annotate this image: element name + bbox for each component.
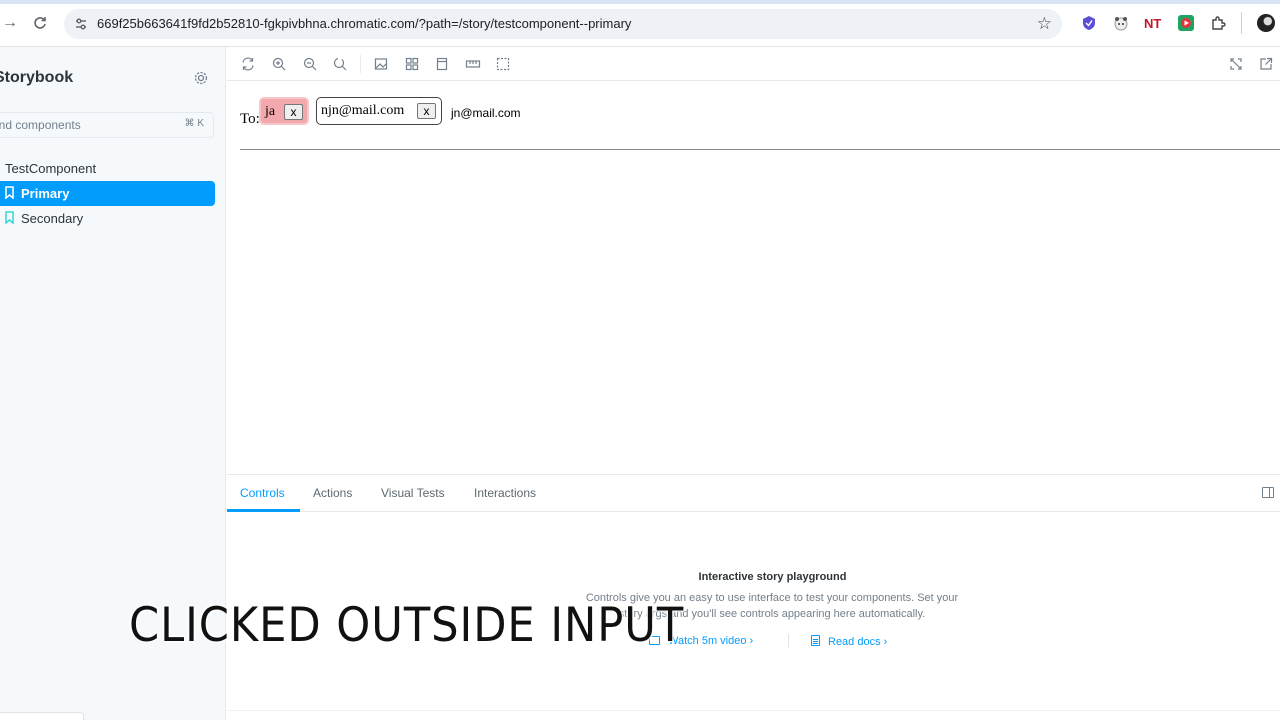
email-chip-invalid: ja x [259, 97, 309, 125]
story-label: Secondary [21, 211, 84, 226]
read-docs-link[interactable]: Read docs › [811, 635, 887, 648]
background-icon[interactable] [373, 56, 389, 72]
story-canvas: To: ja x njn@mail.com x jn@mail.com [227, 82, 1280, 474]
zoom-out-icon[interactable] [302, 56, 318, 72]
search-shortcut-badge: ⌘ K [184, 118, 204, 129]
story-item-primary[interactable]: Primary [0, 181, 215, 206]
bookmark-star-icon[interactable]: ☆ [1037, 14, 1052, 34]
toolbar-divider [1241, 12, 1242, 34]
viewport-icon[interactable] [434, 56, 450, 72]
settings-gear-icon[interactable] [192, 69, 210, 87]
chip-remove-button[interactable]: x [284, 104, 303, 120]
outline-icon[interactable] [495, 56, 511, 72]
measure-icon[interactable] [465, 56, 481, 72]
chip-text: ja [265, 104, 276, 119]
bookmark-icon [5, 186, 14, 199]
open-new-tab-icon[interactable] [1258, 56, 1274, 72]
empty-state-title: Interactive story playground [698, 571, 847, 583]
video-caption-overlay: CLICKED OUTSIDE INPUT [129, 598, 685, 653]
nt-extension-icon[interactable]: NT [1144, 16, 1162, 34]
zoom-reset-icon[interactable] [332, 56, 348, 72]
reload-icon[interactable] [30, 13, 50, 33]
site-settings-icon[interactable] [72, 15, 90, 33]
forward-arrow-icon[interactable]: → [0, 13, 20, 33]
address-bar[interactable]: 669f25b663641f9fd2b52810-fgkpivbhna.chro… [64, 9, 1062, 39]
search-input[interactable]: ind components ⌘ K [0, 112, 214, 138]
panda-extension-icon[interactable] [1112, 14, 1130, 32]
puzzle-extensions-icon[interactable] [1209, 14, 1227, 32]
read-docs-label: Read docs [828, 636, 881, 648]
story-item-secondary[interactable]: Secondary [0, 206, 215, 231]
sidebar-bottom-tab[interactable] [0, 712, 84, 720]
email-chip: njn@mail.com x [316, 97, 442, 125]
preview-toolbar [227, 47, 1280, 81]
addon-panel: Controls Actions Visual Tests Interactio… [227, 474, 1280, 720]
fullscreen-icon[interactable] [1228, 56, 1244, 72]
toolbar-separator [360, 55, 361, 73]
input-underline [240, 149, 1280, 150]
to-label: To: [240, 111, 260, 127]
search-placeholder: ind components [0, 118, 81, 132]
storybook-brand[interactable]: Storybook [0, 69, 73, 87]
tab-visual-tests[interactable]: Visual Tests [381, 486, 445, 500]
tab-controls[interactable]: Controls [240, 486, 285, 500]
bookmark-icon [5, 211, 14, 224]
chip-text: njn@mail.com [321, 103, 405, 118]
email-input[interactable]: jn@mail.com [451, 106, 521, 120]
panel-footer [227, 710, 1280, 720]
component-group-testcomponent[interactable]: TestComponent [5, 161, 96, 176]
panel-orientation-icon[interactable] [1262, 487, 1274, 498]
story-label: Primary [21, 186, 70, 201]
tab-actions[interactable]: Actions [313, 486, 352, 500]
document-icon [811, 635, 820, 646]
shield-extension-icon[interactable] [1080, 14, 1098, 32]
tab-interactions[interactable]: Interactions [474, 486, 536, 500]
link-divider [788, 634, 789, 648]
zoom-in-icon[interactable] [271, 56, 287, 72]
chip-remove-button[interactable]: x [417, 103, 436, 119]
tab-strip-edge [0, 0, 1280, 4]
grid-icon[interactable] [404, 56, 420, 72]
active-tab-indicator [227, 509, 300, 512]
profile-avatar[interactable] [1257, 14, 1275, 32]
remount-icon[interactable] [240, 56, 256, 72]
browser-toolbar: → 669f25b663641f9fd2b52810-fgkpivbhna.ch… [0, 0, 1280, 47]
record-extension-icon[interactable] [1177, 14, 1195, 32]
addon-tabs: Controls Actions Visual Tests Interactio… [227, 475, 1280, 512]
url-text[interactable]: 669f25b663641f9fd2b52810-fgkpivbhna.chro… [97, 16, 631, 31]
